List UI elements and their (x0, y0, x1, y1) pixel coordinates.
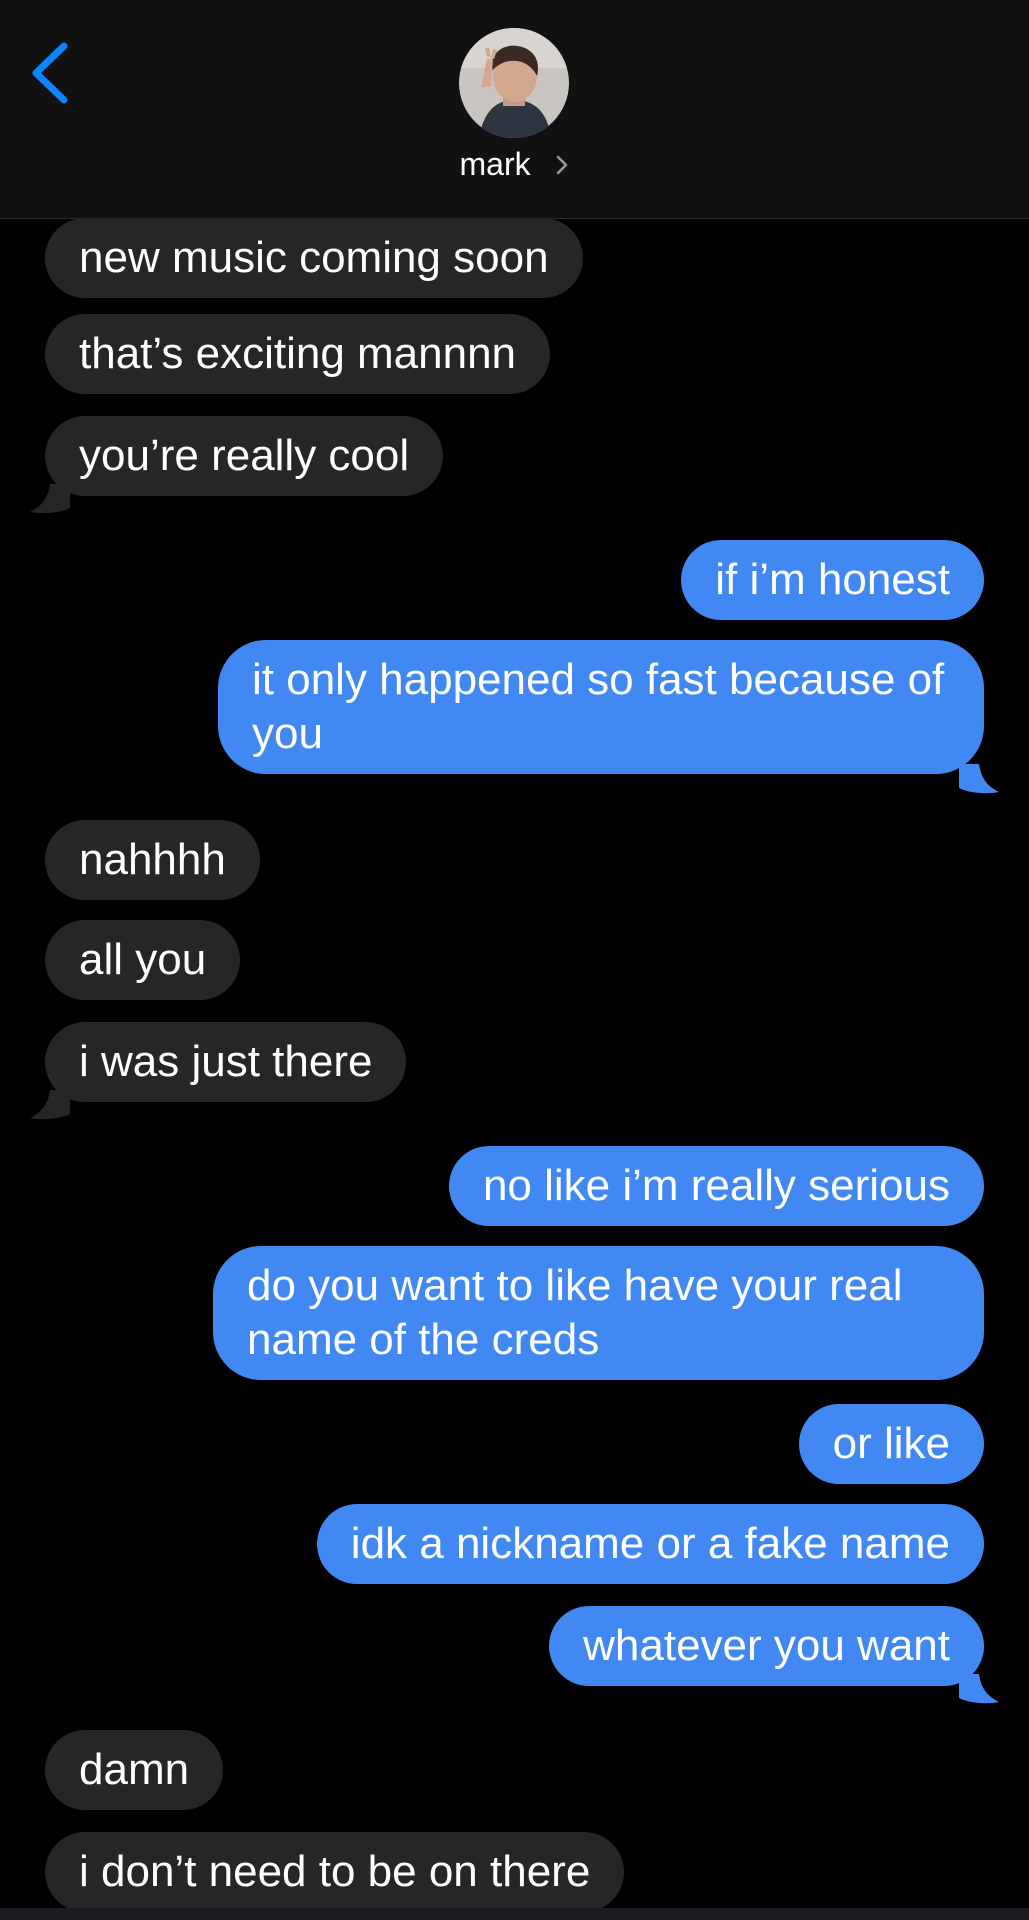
message-bubble-incoming[interactable]: new music coming soon (45, 218, 583, 298)
message-text: i don’t need to be on there (79, 1847, 591, 1896)
message-bubble-incoming[interactable]: i was just there (45, 1022, 407, 1102)
message-bubble-incoming[interactable]: that’s exciting mannnn (45, 314, 551, 394)
message-text: no like i’m really serious (482, 1161, 950, 1210)
message-text: whatever you want (583, 1621, 950, 1670)
message-bubble-incoming[interactable]: all you (45, 920, 241, 1000)
message-bubble-outgoing[interactable]: if i’m honest (681, 540, 984, 620)
message-bubble-incoming[interactable]: you’re really cool (45, 416, 444, 496)
message-text: that’s exciting mannnn (79, 329, 517, 378)
message-text: i was just there (79, 1037, 373, 1086)
input-bar-edge (0, 1908, 1029, 1920)
message-text: damn (79, 1745, 190, 1794)
bubble-tail (959, 1674, 999, 1704)
message-bubble-outgoing[interactable]: it only happened so fast because of you (218, 640, 984, 774)
message-text: all you (79, 935, 207, 984)
message-text: idk a nickname or a fake name (350, 1519, 950, 1568)
bubble-tail (30, 484, 70, 514)
contact-name-button[interactable]: mark (0, 146, 1029, 185)
bubble-tail (959, 764, 999, 794)
message-bubble-outgoing[interactable]: whatever you want (549, 1606, 984, 1686)
contact-name: mark (459, 146, 531, 182)
message-bubble-outgoing[interactable]: idk a nickname or a fake name (316, 1504, 984, 1584)
chevron-left-icon (32, 42, 68, 104)
message-text: or like (832, 1419, 950, 1468)
avatar[interactable] (459, 28, 569, 138)
back-button[interactable] (26, 38, 76, 108)
message-bubble-outgoing[interactable]: or like (798, 1404, 984, 1484)
conversation-header: mark (0, 0, 1029, 219)
bubble-tail (30, 1090, 70, 1120)
message-text: do you want to like have your real name … (247, 1261, 903, 1364)
message-thread[interactable]: new music coming soon that’s exciting ma… (0, 218, 1029, 1908)
message-text: nahhhh (79, 835, 226, 884)
message-text: if i’m honest (715, 555, 950, 604)
message-text: new music coming soon (79, 233, 549, 282)
message-text: you’re really cool (79, 431, 410, 480)
message-text: it only happened so fast because of you (252, 655, 945, 758)
message-bubble-incoming[interactable]: damn (45, 1730, 224, 1810)
chevron-right-icon (554, 148, 570, 185)
message-bubble-incoming[interactable]: nahhhh (45, 820, 260, 900)
message-bubble-outgoing[interactable]: do you want to like have your real name … (213, 1246, 984, 1380)
message-bubble-outgoing[interactable]: no like i’m really serious (448, 1146, 984, 1226)
avatar-image (459, 28, 569, 138)
message-bubble-incoming[interactable]: i don’t need to be on there (45, 1832, 625, 1908)
